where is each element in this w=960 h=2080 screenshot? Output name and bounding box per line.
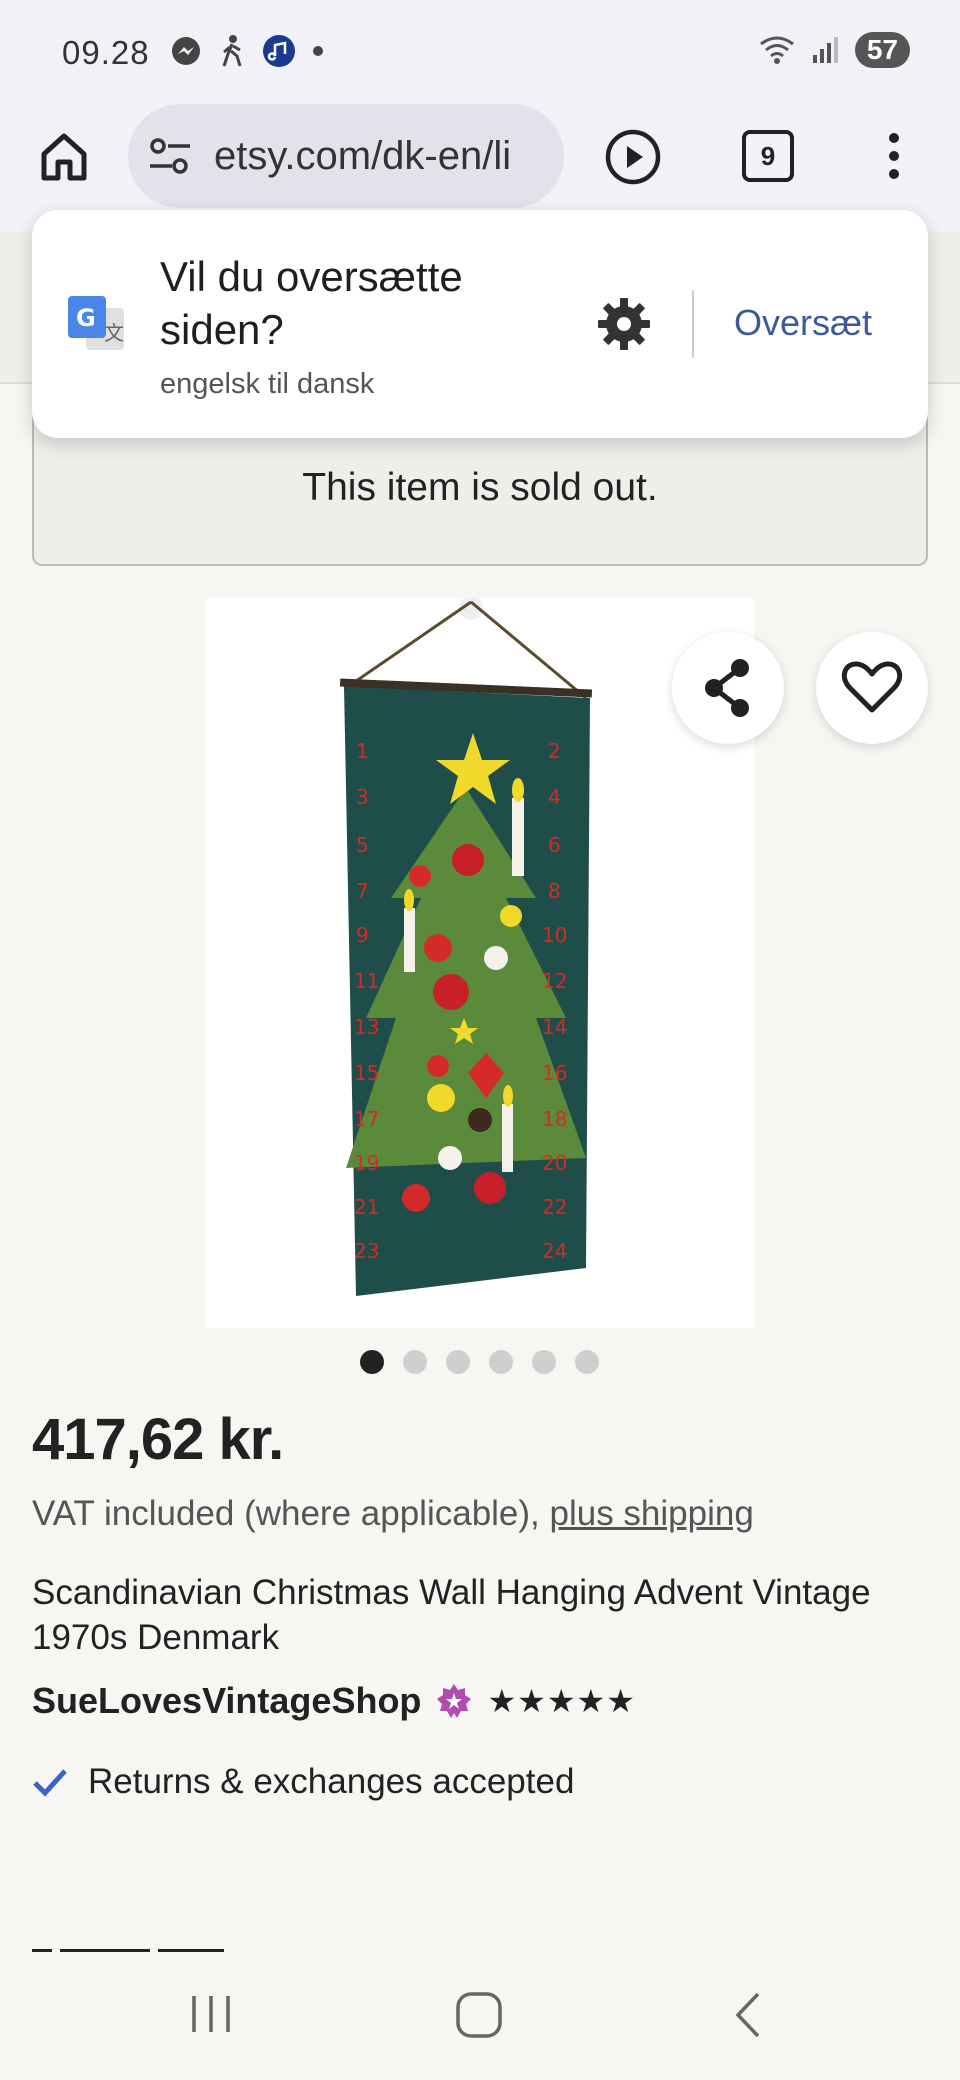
status-bar: 09.28 57 [0, 0, 960, 100]
svg-text:19: 19 [354, 1151, 379, 1175]
svg-text:1: 1 [356, 739, 369, 763]
translate-button[interactable]: Oversæt [734, 302, 872, 344]
returns-policy: Returns & exchanges accepted [32, 1762, 574, 1802]
svg-text:9: 9 [356, 923, 369, 947]
svg-text:3: 3 [356, 785, 369, 809]
status-time: 09.28 [62, 34, 150, 71]
vat-info: VAT included (where applicable), plus sh… [32, 1494, 754, 1534]
svg-text:14: 14 [542, 1015, 567, 1039]
item-title: Scandinavian Christmas Wall Hanging Adve… [32, 1573, 871, 1657]
system-navigation-bar [0, 1960, 960, 2080]
shop-name-link[interactable]: SueLovesVintageShop [32, 1680, 421, 1722]
svg-text:15: 15 [354, 1061, 379, 1085]
pagination-dot[interactable] [489, 1350, 513, 1374]
translate-divider [692, 290, 694, 358]
url-text: etsy.com/dk-en/li [214, 134, 512, 178]
svg-text:23: 23 [354, 1239, 379, 1263]
signal-icon [812, 37, 838, 63]
tab-switcher-button[interactable]: 9 [742, 130, 794, 182]
svg-text:12: 12 [542, 969, 567, 993]
svg-text:24: 24 [542, 1239, 567, 1263]
svg-text:21: 21 [354, 1195, 379, 1219]
system-status-icons: 57 [757, 32, 910, 68]
returns-text: Returns & exchanges accepted [88, 1762, 575, 1801]
svg-text:G: G [76, 304, 96, 332]
svg-text:16: 16 [542, 1061, 567, 1085]
svg-text:20: 20 [542, 1151, 567, 1175]
play-icon[interactable] [604, 128, 662, 186]
svg-text:8: 8 [548, 879, 561, 903]
pagination-dot[interactable] [575, 1350, 599, 1374]
home-icon[interactable] [36, 128, 92, 184]
walking-icon [222, 35, 242, 67]
image-pagination [360, 1350, 599, 1374]
pagination-dot[interactable] [403, 1350, 427, 1374]
pagination-dot[interactable] [532, 1350, 556, 1374]
translate-title: Vil du oversætte siden? [160, 253, 463, 353]
svg-text:7: 7 [356, 879, 369, 903]
svg-text:4: 4 [548, 785, 561, 809]
notification-icons [170, 34, 324, 68]
item-details-heading-partial [32, 1944, 232, 1952]
translate-prompt: 文 G Vil du oversætte siden? engelsk til … [32, 210, 928, 438]
sold-out-text: This item is sold out. [302, 466, 658, 509]
translate-subtitle: engelsk til dansk [160, 368, 375, 400]
site-settings-icon[interactable] [148, 136, 192, 176]
pagination-dot[interactable] [446, 1350, 470, 1374]
svg-text:文: 文 [104, 321, 124, 345]
favorite-button[interactable] [816, 632, 928, 744]
home-nav-icon[interactable] [454, 1990, 504, 2040]
overflow-menu-icon[interactable] [882, 130, 906, 186]
svg-text:17: 17 [354, 1107, 379, 1131]
pagination-dot[interactable] [360, 1350, 384, 1374]
heart-icon [841, 661, 903, 713]
svg-text:22: 22 [542, 1195, 567, 1219]
svg-text:6: 6 [548, 833, 561, 857]
svg-text:11: 11 [354, 969, 379, 993]
share-icon [705, 659, 749, 717]
svg-text:18: 18 [542, 1107, 567, 1131]
item-price: 417,62 kr. [32, 1407, 284, 1472]
music-icon [263, 35, 295, 67]
messenger-icon [172, 37, 200, 65]
svg-text:2: 2 [548, 739, 561, 763]
rating-stars[interactable]: ★★★★★ [487, 1682, 635, 1720]
shop-info: SueLovesVintageShop ★★★★★ [32, 1680, 636, 1722]
address-bar[interactable]: etsy.com/dk-en/li [128, 104, 564, 208]
star-seller-badge-icon [437, 1684, 472, 1718]
svg-text:13: 13 [354, 1015, 379, 1039]
battery-level: 57 [854, 32, 910, 68]
gear-icon[interactable] [596, 296, 652, 352]
vat-text: VAT included (where applicable), [32, 1494, 550, 1533]
google-translate-icon: 文 G [68, 296, 124, 350]
svg-text:5: 5 [356, 833, 369, 857]
more-dot-icon [313, 46, 323, 56]
checkmark-icon [33, 1769, 67, 1797]
share-button[interactable] [672, 632, 784, 744]
back-icon[interactable] [732, 1990, 764, 2040]
shipping-link[interactable]: plus shipping [550, 1494, 754, 1533]
svg-text:10: 10 [542, 923, 567, 947]
recent-apps-icon[interactable] [188, 1990, 234, 2038]
wifi-icon [759, 36, 794, 64]
